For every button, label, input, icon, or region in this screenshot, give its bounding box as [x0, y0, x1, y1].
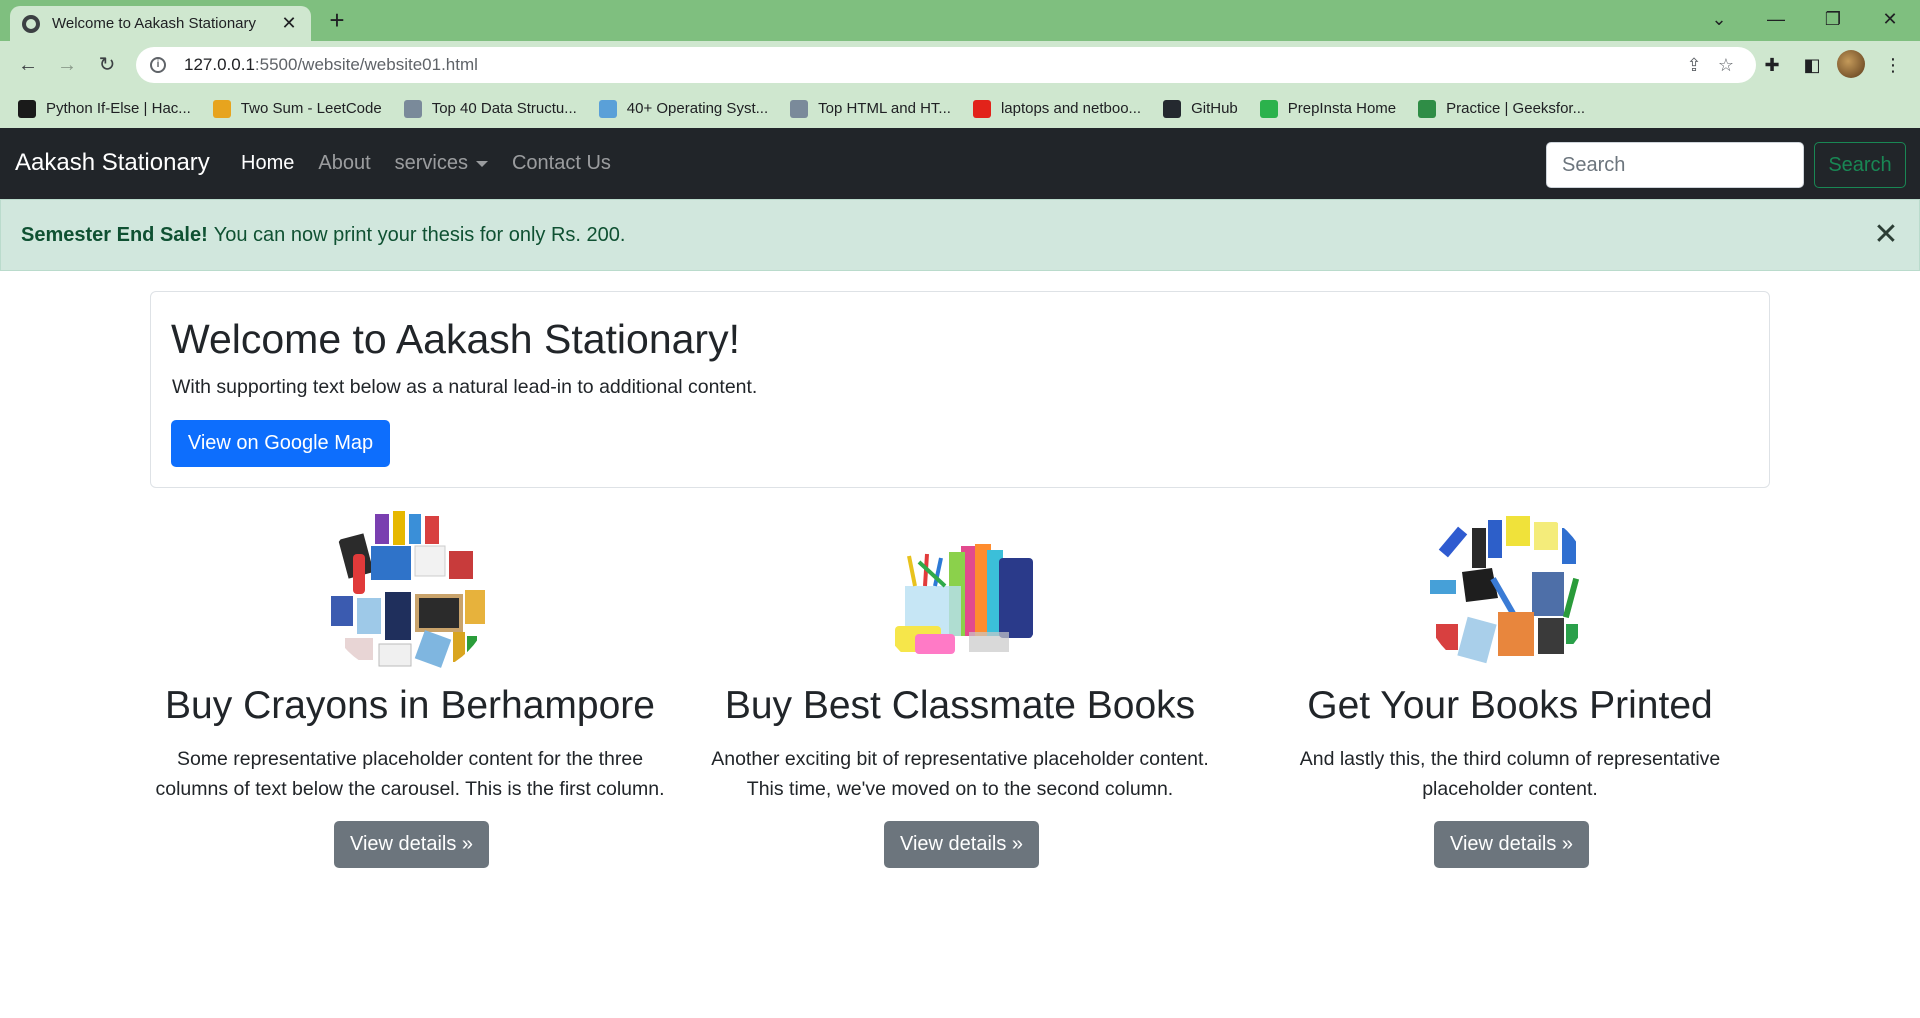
search-input[interactable]	[1546, 142, 1804, 188]
side-panel-icon[interactable]: ◧	[1799, 53, 1825, 77]
site-navbar: Aakash Stationary Home About services Co…	[0, 128, 1920, 199]
column-title: Get Your Books Printed	[1307, 684, 1713, 727]
address-bar[interactable]: i 127.0.0.1:5500/website/website01.html …	[136, 47, 1756, 83]
bookmark-label: GitHub	[1191, 100, 1238, 117]
navbar-brand[interactable]: Aakash Stationary	[15, 149, 210, 177]
extensions-puzzle-icon[interactable]: ✚	[1759, 53, 1785, 77]
bookmark-item[interactable]: Two Sum - LeetCode	[212, 99, 382, 118]
reload-icon[interactable]: ↻	[93, 51, 121, 79]
site-info-icon[interactable]: i	[150, 57, 166, 73]
alert-text: You can now print your thesis for only R…	[213, 223, 626, 246]
bookmark-star-icon[interactable]: ☆	[1710, 55, 1742, 76]
welcome-text: With supporting text below as a natural …	[172, 376, 758, 398]
navbar-links: Home About services Contact Us	[241, 152, 635, 175]
nav-dropdown-services[interactable]: services	[395, 152, 488, 175]
nav-link-home[interactable]: Home	[241, 152, 294, 175]
view-details-button[interactable]: View details »	[884, 821, 1040, 868]
welcome-card: Welcome to Aakash Stationary! With suppo…	[150, 291, 1770, 488]
share-icon[interactable]: ⇪	[1678, 55, 1710, 76]
bookmark-label: laptops and netboo...	[1000, 100, 1142, 117]
tab-close-icon[interactable]: ✕	[279, 13, 299, 34]
column-title: Buy Best Classmate Books	[724, 684, 1196, 727]
stationery-collage-image	[323, 506, 493, 676]
close-window-button[interactable]: ✕	[1870, 4, 1910, 34]
leetcode-icon	[212, 99, 231, 118]
bookmark-label: 40+ Operating Syst...	[626, 100, 769, 117]
bookmarks-bar: Python If-Else | Hac... Two Sum - LeetCod…	[0, 89, 1920, 128]
bookmark-item[interactable]: GitHub	[1163, 99, 1238, 118]
lenovo-icon	[972, 99, 991, 118]
bookmark-label: Practice | Geeksfor...	[1446, 100, 1586, 117]
bookmark-item[interactable]: Top HTML and HT...	[790, 99, 951, 118]
minimize-button[interactable]: —	[1756, 4, 1796, 34]
nav-link-contact[interactable]: Contact Us	[512, 152, 611, 175]
view-details-button[interactable]: View details »	[334, 821, 490, 868]
interviewbit-icon	[403, 99, 422, 118]
bookmark-item[interactable]: PrepInsta Home	[1259, 99, 1397, 118]
url-text[interactable]: 127.0.0.1:5500/website/website01.html	[184, 55, 1678, 75]
interviewbit-icon	[598, 99, 617, 118]
tab-title: Welcome to Aakash Stationary	[52, 15, 256, 32]
menu-kebab-icon[interactable]: ⋮	[1880, 53, 1906, 77]
globe-icon	[22, 14, 40, 33]
alert-heading: Semester End Sale!	[21, 223, 208, 246]
column-text: Some representative placeholder content …	[155, 748, 665, 800]
bookmark-item[interactable]: Top 40 Data Structu...	[403, 99, 577, 118]
sale-alert: Semester End Sale! You can now print you…	[0, 199, 1920, 271]
browser-tabstrip: Welcome to Aakash Stationary ✕ + ⌄ — ❐ ✕	[0, 0, 1920, 41]
chevron-down-icon	[475, 160, 488, 167]
close-icon[interactable]: ✕	[1871, 220, 1901, 250]
bookmark-label: Python If-Else | Hac...	[46, 100, 191, 117]
browser-toolbar: ← → ↻ i 127.0.0.1:5500/website/website01…	[0, 41, 1920, 89]
bookmark-label: Top 40 Data Structu...	[431, 100, 577, 117]
search-button[interactable]: Search	[1814, 142, 1906, 188]
bookmark-item[interactable]: Python If-Else | Hac...	[18, 99, 191, 118]
restore-button[interactable]: ❐	[1813, 4, 1853, 34]
hackerrank-icon	[18, 99, 36, 118]
geeksforgeeks-icon	[1418, 99, 1437, 118]
forward-arrow-icon[interactable]: →	[53, 51, 81, 79]
back-arrow-icon[interactable]: ←	[14, 51, 42, 79]
profile-avatar[interactable]	[1837, 50, 1865, 78]
view-details-button[interactable]: View details »	[1434, 821, 1590, 868]
bookmark-label: PrepInsta Home	[1287, 100, 1397, 117]
browser-tab[interactable]: Welcome to Aakash Stationary ✕	[10, 6, 311, 41]
tab-search-icon[interactable]: ⌄	[1699, 4, 1739, 34]
bookmark-item[interactable]: laptops and netboo...	[972, 99, 1142, 118]
page-title: Welcome to Aakash Stationary!	[171, 316, 740, 362]
bookmark-label: Top HTML and HT...	[818, 100, 951, 117]
nav-link-about[interactable]: About	[318, 152, 370, 175]
google-map-button[interactable]: View on Google Map	[171, 420, 390, 467]
column-text: And lastly this, the third column of rep…	[1299, 748, 1721, 800]
github-icon	[1163, 99, 1182, 118]
classmate-books-image	[875, 506, 1045, 676]
prepinsta-icon	[1259, 99, 1278, 118]
column-text: Another exciting bit of representative p…	[711, 748, 1209, 800]
interviewbit-icon	[790, 99, 809, 118]
office-supplies-image	[1422, 506, 1592, 676]
bookmark-item[interactable]: Practice | Geeksfor...	[1418, 99, 1586, 118]
bookmark-item[interactable]: 40+ Operating Syst...	[598, 99, 769, 118]
bookmark-label: Two Sum - LeetCode	[240, 100, 382, 117]
column-title: Buy Crayons in Berhampore	[165, 684, 655, 727]
new-tab-button[interactable]: +	[325, 6, 349, 34]
